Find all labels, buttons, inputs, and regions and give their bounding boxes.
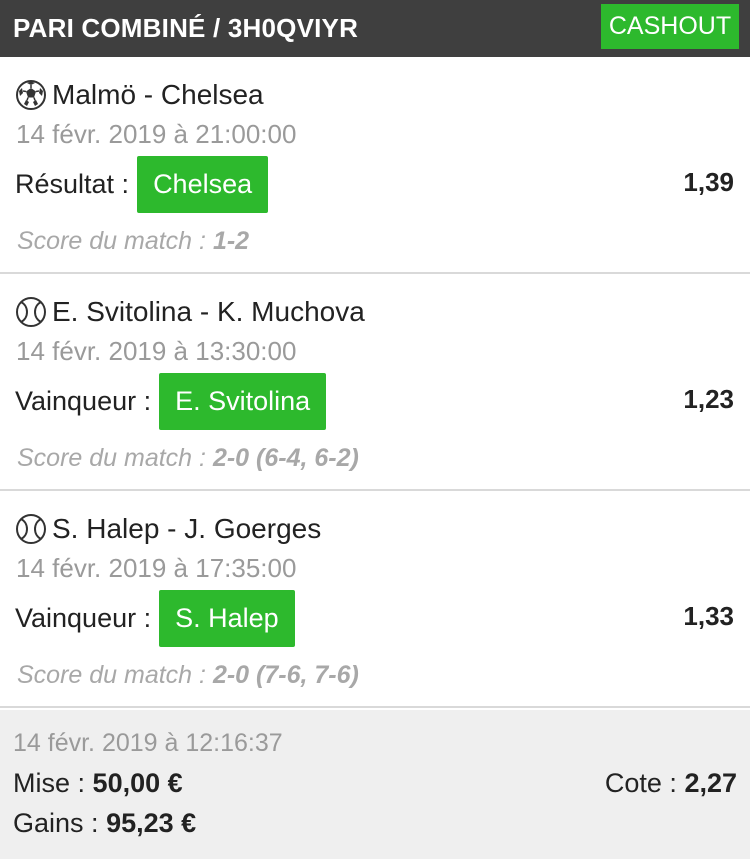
- stake-value: 50,00 €: [92, 768, 183, 798]
- page-title: PARI COMBINÉ / 3H0QVIYR: [13, 13, 359, 43]
- market-label: Vainqueur :: [15, 385, 152, 416]
- gains-value: 95,23 €: [106, 808, 197, 838]
- gains-row: Gains : 95,23 €: [13, 808, 196, 839]
- market-label: Vainqueur :: [15, 602, 152, 633]
- match-name: E. Svitolina - K. Muchova: [52, 296, 365, 327]
- match-row: Malmö - Chelsea: [15, 78, 264, 112]
- stake-separator: :: [70, 768, 86, 798]
- match-score: Score du match : 1-2: [17, 227, 249, 256]
- bet-summary: 14 févr. 2019 à 12:16:37 Mise : 50,00 € …: [0, 710, 750, 859]
- score-value: 2-0 (7-6, 7-6): [212, 661, 359, 689]
- match-name: S. Halep - J. Goerges: [52, 513, 322, 544]
- selection-odds: 1,39: [683, 167, 734, 197]
- match-date: 14 févr. 2019 à 17:35:00: [16, 553, 297, 583]
- bet-placed-date: 14 févr. 2019 à 12:16:37: [13, 729, 283, 757]
- stake-row: Mise : 50,00 €: [13, 768, 183, 799]
- market-row: Vainqueur : S. Halep: [15, 589, 295, 647]
- bet-selection[interactable]: E. Svitolina - K. Muchova 14 févr. 2019 …: [0, 274, 750, 491]
- tennis-ball-icon: [16, 514, 46, 544]
- market-label: Résultat :: [15, 168, 130, 199]
- selection-odds: 1,33: [683, 601, 734, 631]
- match-date: 14 févr. 2019 à 13:30:00: [16, 336, 297, 366]
- tennis-ball-icon: [16, 297, 46, 327]
- score-label: Score du match :: [17, 661, 206, 689]
- stake-label: Mise: [13, 768, 71, 798]
- match-row: S. Halep - J. Goerges: [15, 512, 321, 546]
- selection-badge: E. Svitolina: [159, 372, 327, 430]
- total-odds-value: 2,27: [684, 768, 737, 798]
- score-label: Score du match :: [17, 227, 206, 255]
- match-score: Score du match : 2-0 (7-6, 7-6): [17, 661, 359, 690]
- match-date: 14 févr. 2019 à 21:00:00: [16, 119, 297, 149]
- gains-label: Gains :: [13, 808, 99, 838]
- score-label: Score du match :: [17, 444, 206, 472]
- match-name: Malmö - Chelsea: [52, 79, 264, 110]
- soccer-ball-icon: [16, 80, 46, 110]
- market-row: Vainqueur : E. Svitolina: [15, 372, 327, 430]
- bet-selection[interactable]: S. Halep - J. Goerges 14 févr. 2019 à 17…: [0, 491, 750, 708]
- score-value: 1-2: [212, 227, 250, 255]
- selection-odds: 1,23: [683, 384, 734, 414]
- selection-badge: Chelsea: [137, 155, 269, 213]
- total-odds-row: Cote : 2,27: [605, 768, 737, 799]
- selection-badge: S. Halep: [159, 589, 295, 647]
- match-score: Score du match : 2-0 (6-4, 6-2): [17, 444, 359, 473]
- bet-header: PARI COMBINÉ / 3H0QVIYR CASHOUT: [0, 0, 750, 57]
- bet-selection[interactable]: Malmö - Chelsea 14 févr. 2019 à 21:00:00…: [0, 57, 750, 274]
- score-value: 2-0 (6-4, 6-2): [212, 444, 359, 472]
- market-row: Résultat : Chelsea: [15, 155, 269, 213]
- match-row: E. Svitolina - K. Muchova: [15, 295, 365, 329]
- total-odds-label: Cote :: [604, 768, 677, 798]
- cashout-button[interactable]: CASHOUT: [601, 4, 739, 49]
